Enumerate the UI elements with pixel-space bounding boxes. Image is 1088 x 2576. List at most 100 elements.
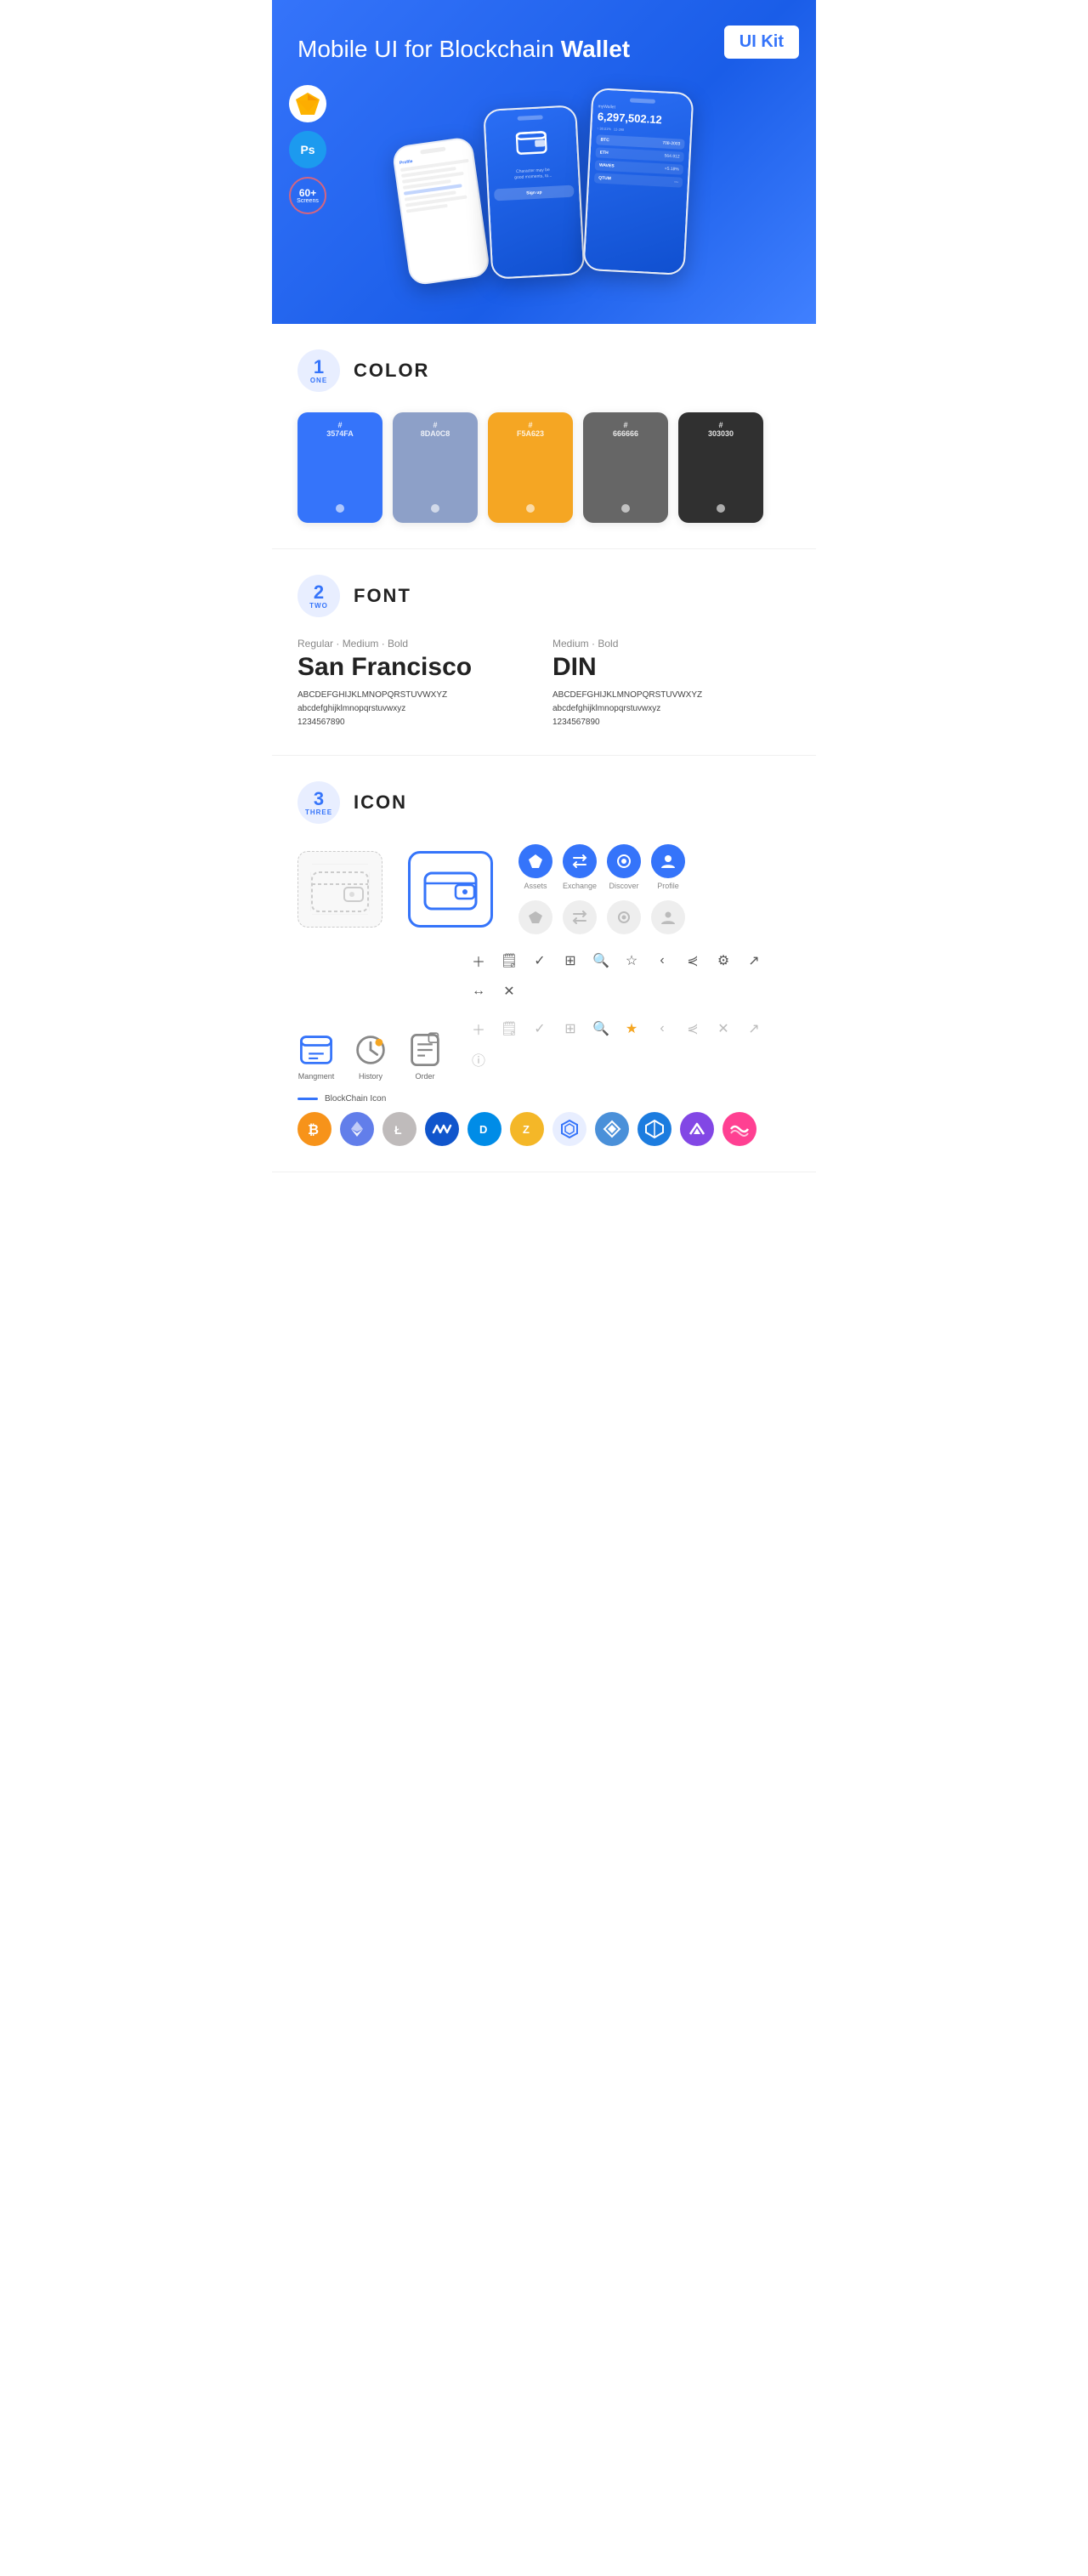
clipboard-gray-icon: 🗒: [500, 1019, 518, 1038]
icon-profile: Profile: [651, 844, 685, 890]
litecoin-svg: Ł: [390, 1120, 409, 1138]
discover-gray-icon: [616, 910, 632, 925]
font-section-header: 2 TWO FONT: [298, 575, 790, 617]
plus-icon: ＋: [469, 951, 488, 970]
waves-svg: [432, 1121, 452, 1138]
swap-icon: ↔: [469, 982, 488, 1001]
grid-icon: ⊞: [561, 951, 580, 970]
nav-circles-row2: [518, 900, 685, 934]
font-din: Medium · Bold DIN ABCDEFGHIJKLMNOPQRSTUV…: [552, 638, 790, 729]
crypto-litecoin: Ł: [382, 1112, 416, 1146]
exchange-icon: [571, 854, 588, 869]
icon-order: Order: [406, 1031, 444, 1081]
management-svg: [298, 1031, 335, 1069]
svg-text:D: D: [479, 1123, 487, 1136]
history-svg: [352, 1031, 389, 1069]
back-gray-icon: ‹: [653, 1019, 672, 1038]
plus-gray-icon: ＋: [469, 1019, 488, 1038]
nav-circle-icons-group: Assets Exchange: [518, 844, 685, 934]
clipboard-icon: 🗒: [500, 951, 518, 970]
crypto-dash: D: [468, 1112, 502, 1146]
dash-svg: D: [475, 1120, 494, 1138]
wallet-blue-svg: [423, 866, 478, 912]
settings-icon: ⚙: [714, 951, 733, 970]
star-icon: ☆: [622, 951, 641, 970]
upload-icon: ↗: [745, 951, 763, 970]
wallet-icon-hero: [515, 128, 547, 157]
wallet-icon-blue: [408, 851, 493, 928]
crypto-status: [595, 1112, 629, 1146]
color-swatches: #3574FA #8DA0C8 #F5A623 #666666 #303030: [298, 412, 790, 523]
hero-phones: Profile: [298, 73, 790, 273]
icon-discover: Discover: [607, 844, 641, 890]
ethereum-svg: [347, 1119, 367, 1139]
profile-gray-icon: [660, 910, 676, 925]
small-icons-row1: ＋ 🗒 ✓ ⊞ 🔍 ☆ ‹ ⋞ ⚙ ↗ ↔ ✕: [469, 951, 790, 1001]
bitcoin-svg: ₿: [304, 1119, 325, 1139]
color-swatch-gray-blue: #8DA0C8: [393, 412, 478, 523]
check-gray-icon: ✓: [530, 1019, 549, 1038]
hero-badges: Ps 60+ Screens: [289, 85, 326, 214]
check-icon: ✓: [530, 951, 549, 970]
color-section: 1 ONE COLOR #3574FA #8DA0C8 #F5A623 #666…: [272, 324, 816, 549]
color-swatch-gray: #666666: [583, 412, 668, 523]
font-section: 2 TWO FONT Regular · Medium · Bold San F…: [272, 549, 816, 756]
icon-section: 3 THREE ICON: [272, 756, 816, 1172]
svg-text:₿: ₿: [308, 1122, 319, 1138]
phone-2: Character may begood moments, to... Sign…: [483, 105, 585, 280]
search-icon: 🔍: [592, 951, 610, 970]
info-gray-icon: ⓘ: [469, 1050, 488, 1069]
icon-assets: Assets: [518, 844, 552, 890]
crypto-polygon: [552, 1112, 586, 1146]
screens-badge: 60+ Screens: [289, 177, 326, 214]
polygon-svg: [559, 1119, 580, 1139]
color-section-header: 1 ONE COLOR: [298, 349, 790, 392]
icon-history: History: [352, 1031, 389, 1081]
upload-gray-icon: ↗: [745, 1019, 763, 1038]
crypto-kyber: [638, 1112, 672, 1146]
phone-1: Profile: [391, 136, 490, 287]
font-grid: Regular · Medium · Bold San Francisco AB…: [298, 638, 790, 729]
close-icon: ✕: [500, 982, 518, 1001]
status-svg: [602, 1119, 622, 1139]
crypto-ethereum: [340, 1112, 374, 1146]
phone-3: myWallet 6,297,502.12 ↑ 38.01% 12-298 BT…: [582, 88, 694, 275]
sketch-badge: [289, 85, 326, 122]
color-swatch-orange: #F5A623: [488, 412, 573, 523]
search-gray-icon: 🔍: [592, 1019, 610, 1038]
icon-exchange: Exchange: [563, 844, 597, 890]
share-icon: ⋞: [683, 951, 702, 970]
hero-title: Mobile UI for Blockchain Wallet: [298, 34, 790, 65]
svg-text:Z: Z: [523, 1123, 530, 1136]
crypto-ocean: [722, 1112, 756, 1146]
section-2-badge: 2 TWO: [298, 575, 340, 617]
small-icons-group: ＋ 🗒 ✓ ⊞ 🔍 ☆ ‹ ⋞ ⚙ ↗ ↔ ✕ ＋ 🗒 ✓ ⊞ 🔍 ★ ‹: [469, 951, 790, 1081]
assets-icon: [527, 853, 544, 870]
small-icons-row2: ＋ 🗒 ✓ ⊞ 🔍 ★ ‹ ⋞ ✕ ↗ ⓘ: [469, 1019, 790, 1069]
crypto-matic: [680, 1112, 714, 1146]
blockchain-label-row: BlockChain Icon: [298, 1094, 790, 1104]
svg-text:Ł: Ł: [394, 1123, 402, 1137]
nav-circles-col: Assets Exchange: [518, 844, 685, 934]
crypto-bitcoin: ₿: [298, 1112, 332, 1146]
back-icon: ‹: [653, 951, 672, 970]
bottom-nav-icons-row: Mangment History Order: [298, 951, 790, 1081]
icon-assets-gray: [518, 900, 552, 934]
icon-management: Mangment: [298, 1031, 335, 1081]
assets-gray-icon: [528, 910, 543, 925]
crypto-waves: [425, 1112, 459, 1146]
section-3-badge: 3 THREE: [298, 781, 340, 824]
icon-discover-gray: [607, 900, 641, 934]
ui-kit-badge: UI Kit: [724, 26, 799, 59]
exchange-gray-icon: [572, 911, 587, 924]
ps-badge: Ps: [289, 131, 326, 168]
wallet-icons-row: Assets Exchange: [298, 844, 790, 934]
color-swatch-dark: #303030: [678, 412, 763, 523]
ocean-svg: [729, 1121, 750, 1138]
crypto-zcash: Z: [510, 1112, 544, 1146]
font-sf: Regular · Medium · Bold San Francisco AB…: [298, 638, 536, 729]
crypto-icons-row: ₿ Ł D: [298, 1112, 790, 1146]
blockchain-line-decoration: [298, 1098, 318, 1100]
profile-icon: [660, 853, 677, 870]
section-1-badge: 1 ONE: [298, 349, 340, 392]
